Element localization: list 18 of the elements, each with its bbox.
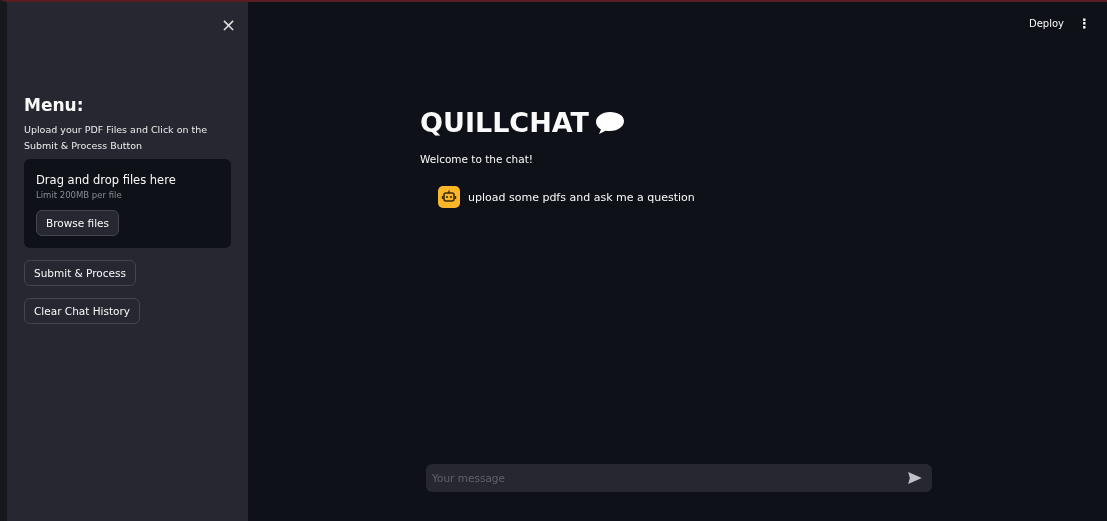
- instructions-text: Upload your PDF Files and Click on the Submit & Process Button: [24, 123, 209, 153]
- dropzone-limit: Limit 200MB per file: [36, 190, 122, 200]
- robot-avatar-icon: [438, 186, 460, 208]
- app-title: QUILLCHAT: [420, 106, 589, 140]
- browse-files-button[interactable]: Browse files: [36, 210, 120, 236]
- file-dropzone[interactable]: Drag and drop files here Limit 200MB per file Browse files: [24, 159, 231, 248]
- sidebar-heading: Menu:: [24, 94, 84, 116]
- dropzone-title: Drag and drop files here: [36, 172, 176, 188]
- send-icon[interactable]: [908, 472, 922, 484]
- sidebar-button[interactable]: Submit & Process: [24, 260, 136, 286]
- chat-message: upload some pdfs and ask me a question: [468, 190, 695, 204]
- more-menu-button[interactable]: ⋮: [1076, 14, 1093, 33]
- sidebar-button[interactable]: Clear Chat History: [24, 298, 141, 324]
- message-input[interactable]: Your message: [426, 464, 932, 492]
- welcome-text: Welcome to the chat!: [420, 153, 534, 165]
- speech-bubble-icon: [594, 111, 625, 135]
- close-button[interactable]: ×: [220, 14, 236, 36]
- deploy-button[interactable]: Deploy: [1027, 16, 1066, 31]
